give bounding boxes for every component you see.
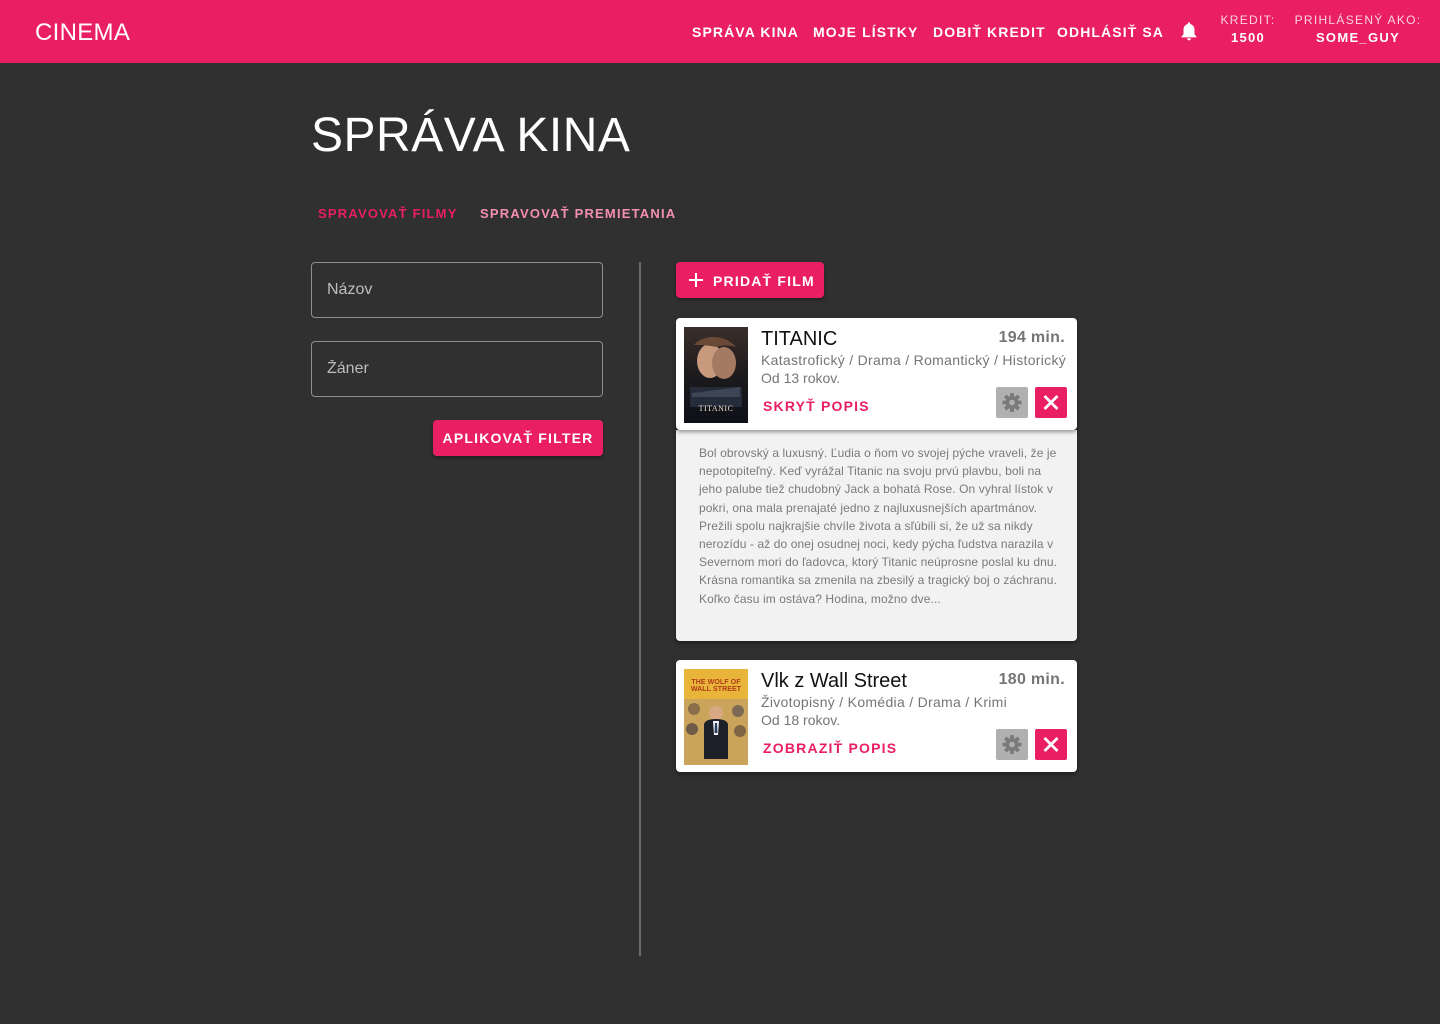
genre-filter-input[interactable]	[312, 342, 602, 396]
tab-manage-screenings[interactable]: SPRAVOVAŤ PREMIETANIA	[480, 206, 676, 221]
user-label: PRIHLÁSENÝ AKO:	[1294, 13, 1422, 27]
gear-icon	[1002, 393, 1022, 412]
poster-caption: THE WOLF OF WALL STREET	[690, 679, 742, 693]
tab-manage-movies[interactable]: SPRAVOVAŤ FILMY	[318, 206, 458, 221]
nav-manage-cinema[interactable]: SPRÁVA KINA	[692, 24, 799, 40]
credit-status: KREDIT: 1500	[1218, 13, 1278, 45]
movie-length: 180 min.	[998, 671, 1065, 688]
user-status: PRIHLÁSENÝ AKO: SOME_GUY	[1292, 13, 1424, 45]
credit-value: 1500	[1230, 30, 1266, 45]
movie-card: THE WOLF OF WALL STREET Vlk z Wall Stree…	[676, 660, 1077, 772]
nav-top-up-credit[interactable]: DOBIŤ KREDIT	[933, 24, 1046, 40]
plus-icon	[689, 273, 703, 287]
movie-genres: Životopisný / Komédia / Drama / Krimi	[761, 694, 1008, 710]
toggle-description-button[interactable]: ZOBRAZIŤ POPIS	[763, 740, 897, 756]
movie-poster: THE WOLF OF WALL STREET	[684, 669, 748, 765]
movie-description: Bol obrovský a luxusný. Ľudia o ňom vo s…	[699, 446, 1058, 606]
delete-movie-button[interactable]	[1035, 729, 1067, 760]
nav-my-tickets[interactable]: MOJE LÍSTKY	[813, 24, 918, 40]
top-app-bar: CINEMA SPRÁVA KINA MOJE LÍSTKY DOBIŤ KRE…	[0, 0, 1440, 63]
genre-filter-field	[311, 341, 603, 397]
edit-movie-button[interactable]	[996, 387, 1028, 418]
gear-icon	[1002, 735, 1022, 754]
movie-length: 194 min.	[998, 329, 1065, 346]
apply-filter-button[interactable]: APLIKOVAŤ FILTER	[433, 420, 603, 456]
movie-title: Vlk z Wall Street	[761, 670, 907, 692]
movie-description-panel: Bol obrovský a luxusný. Ľudia o ňom vo s…	[676, 430, 1077, 641]
nav-logout[interactable]: ODHLÁSIŤ SA	[1057, 24, 1164, 40]
movie-title: TITANIC	[761, 328, 838, 350]
page-title: SPRÁVA KINA	[311, 109, 631, 162]
name-filter-field	[311, 262, 603, 318]
close-icon	[1043, 395, 1059, 410]
close-icon	[1043, 737, 1059, 752]
poster-caption: TITANIC	[698, 404, 734, 413]
movie-card: TITANIC TITANIC 194 min. Katastrofický /…	[676, 318, 1077, 430]
add-movie-label: PRIDAŤ FILM	[713, 273, 815, 289]
credit-label: KREDIT:	[1220, 13, 1276, 27]
column-divider	[639, 262, 641, 956]
movie-age-rating: Od 18 rokov.	[761, 712, 841, 728]
brand-logo[interactable]: CINEMA	[35, 19, 130, 47]
toggle-description-button[interactable]: SKRYŤ POPIS	[763, 398, 870, 414]
username: SOME_GUY	[1315, 30, 1401, 45]
movie-poster: TITANIC	[684, 327, 748, 423]
edit-movie-button[interactable]	[996, 729, 1028, 760]
add-movie-button[interactable]: PRIDAŤ FILM	[676, 262, 824, 298]
movie-genres: Katastrofický / Drama / Romantický / His…	[761, 352, 1067, 368]
name-filter-input[interactable]	[312, 263, 602, 317]
delete-movie-button[interactable]	[1035, 387, 1067, 418]
movie-age-rating: Od 13 rokov.	[761, 370, 841, 386]
bell-icon[interactable]	[1180, 21, 1198, 41]
